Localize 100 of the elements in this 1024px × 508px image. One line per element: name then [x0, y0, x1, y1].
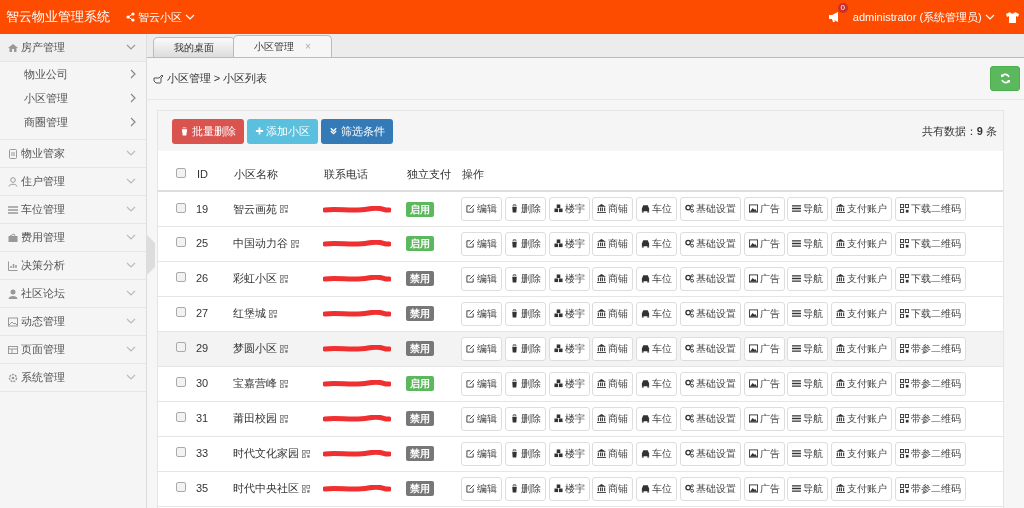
- action-button[interactable]: 商铺: [592, 476, 634, 501]
- action-button[interactable]: 基础设置: [679, 196, 741, 221]
- toolbar-button[interactable]: 筛选条件: [321, 118, 393, 144]
- action-button[interactable]: 支付账户: [831, 231, 892, 256]
- action-button[interactable]: 删除: [504, 441, 546, 466]
- sidebar-item[interactable]: 费用管理: [0, 224, 146, 252]
- tab[interactable]: 小区管理 ×: [233, 35, 332, 57]
- table-row[interactable]: 19 智云画苑 启用 编辑 删除 楼宇 商铺 车位 基础设置 广告 导航 支付账户 下载二维码: [158, 191, 1003, 226]
- action-button[interactable]: 商铺: [592, 371, 634, 396]
- action-button[interactable]: 楼宇: [548, 301, 590, 326]
- action-button[interactable]: 楼宇: [548, 231, 590, 256]
- action-button[interactable]: 支付账户: [831, 196, 892, 221]
- sidebar-item[interactable]: 动态管理: [0, 308, 146, 336]
- action-button[interactable]: 商铺: [592, 196, 634, 221]
- tab[interactable]: 我的桌面: [153, 37, 235, 57]
- checkbox[interactable]: [176, 342, 186, 353]
- action-button[interactable]: 基础设置: [679, 266, 741, 291]
- action-button[interactable]: 广告: [743, 266, 785, 291]
- action-button[interactable]: 基础设置: [679, 406, 741, 431]
- table-row[interactable]: 35 时代中央社区 禁用 编辑 删除 楼宇 商铺 车位 基础设置 广告 导航 支付账户 带参二维码: [158, 471, 1003, 506]
- action-button[interactable]: 导航: [787, 406, 829, 431]
- action-button[interactable]: 删除: [504, 336, 546, 361]
- action-button[interactable]: 导航: [787, 301, 829, 326]
- action-button[interactable]: 导航: [787, 371, 829, 396]
- sidebar-item[interactable]: 决策分析: [0, 252, 146, 280]
- action-button[interactable]: 商铺: [592, 336, 634, 361]
- action-button[interactable]: 广告: [743, 336, 785, 361]
- refresh-button[interactable]: [990, 66, 1020, 91]
- action-button[interactable]: 支付账户: [831, 336, 892, 361]
- action-button[interactable]: 删除: [504, 476, 546, 501]
- sidebar-item[interactable]: 系统管理: [0, 364, 146, 392]
- action-button[interactable]: 车位: [636, 371, 677, 396]
- action-button[interactable]: 支付账户: [831, 476, 892, 501]
- checkbox[interactable]: [176, 412, 186, 423]
- action-button[interactable]: 车位: [636, 301, 677, 326]
- action-button[interactable]: 编辑: [461, 371, 502, 396]
- action-button[interactable]: 下载二维码: [894, 231, 966, 256]
- table-row[interactable]: 31 莆田校园 禁用 编辑 删除 楼宇 商铺 车位 基础设置 广告 导航 支付账户 带参二维码: [158, 401, 1003, 436]
- action-button[interactable]: 车位: [636, 336, 677, 361]
- action-button[interactable]: 车位: [636, 266, 677, 291]
- action-button[interactable]: 下载二维码: [894, 266, 966, 291]
- action-button[interactable]: 楼宇: [548, 441, 590, 466]
- action-button[interactable]: 商铺: [592, 441, 634, 466]
- action-button[interactable]: 楼宇: [548, 336, 590, 361]
- action-button[interactable]: 广告: [743, 301, 785, 326]
- action-button[interactable]: 支付账户: [831, 406, 892, 431]
- action-button[interactable]: 导航: [787, 476, 829, 501]
- action-button[interactable]: 支付账户: [831, 441, 892, 466]
- sidebar-subitem[interactable]: 物业公司: [0, 62, 146, 86]
- sidebar-item[interactable]: 页面管理: [0, 336, 146, 364]
- action-button[interactable]: 车位: [636, 476, 677, 501]
- action-button[interactable]: 删除: [504, 266, 546, 291]
- action-button[interactable]: 广告: [743, 371, 785, 396]
- action-button[interactable]: 基础设置: [679, 231, 741, 256]
- sidebar-item[interactable]: 住户管理: [0, 168, 146, 196]
- action-button[interactable]: 广告: [743, 441, 785, 466]
- action-button[interactable]: 基础设置: [679, 301, 741, 326]
- action-button[interactable]: 编辑: [461, 266, 502, 291]
- action-button[interactable]: 下载二维码: [894, 196, 966, 221]
- action-button[interactable]: 带参二维码: [894, 476, 966, 501]
- action-button[interactable]: 编辑: [461, 406, 502, 431]
- action-button[interactable]: 楼宇: [548, 476, 590, 501]
- action-button[interactable]: 删除: [504, 406, 546, 431]
- sidebar-item[interactable]: 房产管理: [0, 34, 146, 62]
- action-button[interactable]: 支付账户: [831, 301, 892, 326]
- sidebar-item[interactable]: 物业管家: [0, 140, 146, 168]
- action-button[interactable]: 楼宇: [548, 196, 590, 221]
- toolbar-button[interactable]: 批量删除: [172, 118, 244, 144]
- action-button[interactable]: 删除: [504, 196, 546, 221]
- checkbox[interactable]: [176, 202, 186, 213]
- checkbox[interactable]: [176, 272, 186, 283]
- sidebar-subitem[interactable]: 小区管理: [0, 86, 146, 110]
- action-button[interactable]: 广告: [743, 406, 785, 431]
- table-row[interactable]: 33 时代文化家园 禁用 编辑 删除 楼宇 商铺 车位 基础设置 广告 导航 支付账户 带参二维码: [158, 436, 1003, 471]
- action-button[interactable]: 支付账户: [831, 371, 892, 396]
- action-button[interactable]: 广告: [743, 476, 785, 501]
- action-button[interactable]: 删除: [504, 231, 546, 256]
- sidebar-subitem[interactable]: 商圈管理: [0, 110, 146, 134]
- action-button[interactable]: 广告: [743, 196, 785, 221]
- action-button[interactable]: 带参二维码: [894, 406, 966, 431]
- action-button[interactable]: 删除: [504, 301, 546, 326]
- action-button[interactable]: 导航: [787, 266, 829, 291]
- action-button[interactable]: 车位: [636, 196, 677, 221]
- action-button[interactable]: 导航: [787, 196, 829, 221]
- action-button[interactable]: 编辑: [461, 336, 502, 361]
- action-button[interactable]: 带参二维码: [894, 336, 966, 361]
- action-button[interactable]: 基础设置: [679, 336, 741, 361]
- checkbox[interactable]: [176, 377, 186, 388]
- action-button[interactable]: 车位: [636, 231, 677, 256]
- collapse-handle[interactable]: [147, 235, 155, 275]
- action-button[interactable]: 编辑: [461, 301, 502, 326]
- action-button[interactable]: 带参二维码: [894, 441, 966, 466]
- checkbox[interactable]: [176, 307, 186, 318]
- action-button[interactable]: 导航: [787, 336, 829, 361]
- checkbox[interactable]: [176, 168, 186, 179]
- action-button[interactable]: 编辑: [461, 196, 502, 221]
- action-button[interactable]: 广告: [743, 231, 785, 256]
- action-button[interactable]: 编辑: [461, 231, 502, 256]
- action-button[interactable]: 楼宇: [548, 406, 590, 431]
- checkbox[interactable]: [176, 482, 186, 493]
